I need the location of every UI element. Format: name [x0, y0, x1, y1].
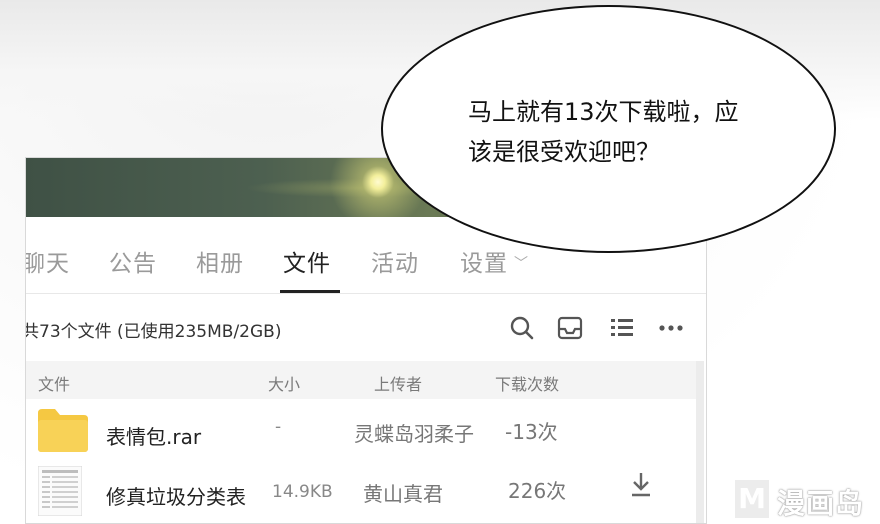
active-tab-indicator — [280, 290, 340, 293]
tab-chat[interactable]: 聊天 — [26, 244, 70, 278]
column-uploader[interactable]: 上传者 — [374, 371, 422, 395]
chevron-down-icon: ﹀ — [514, 256, 529, 272]
file-name: 表情包.rar — [106, 425, 202, 449]
list-view-icon[interactable] — [608, 314, 636, 342]
file-row[interactable]: 表情包.rar - 灵蝶岛羽柔子 -13次 — [26, 401, 696, 453]
files-toolbar: 共73个文件 (已使用235MB/2GB) — [26, 294, 706, 360]
tab-activity[interactable]: 活动 — [371, 244, 419, 278]
file-row[interactable]: 修真垃圾分类表 14.9KB 黄山真君 226次 — [26, 461, 696, 516]
speech-line-1: 马上就有13次下载啦，应 — [468, 98, 739, 126]
download-icon[interactable] — [629, 471, 653, 497]
watermark-logo: M — [733, 478, 771, 520]
tab-settings[interactable]: 设置 ﹀ — [460, 244, 529, 278]
file-table-header: 文件 大小 上传者 下载次数 — [26, 361, 696, 399]
tab-album[interactable]: 相册 — [196, 244, 244, 278]
files-summary: 共73个文件 (已使用235MB/2GB) — [25, 322, 282, 342]
file-download-count: 226次 — [508, 479, 567, 503]
speech-line-2: 该是很受欢迎吧？ — [468, 138, 660, 166]
watermark-text: 漫画岛 — [777, 487, 865, 520]
tab-files[interactable]: 文件 — [283, 244, 331, 278]
watermark: M 漫画岛 — [733, 478, 880, 524]
column-size[interactable]: 大小 — [268, 371, 300, 395]
file-uploader: 灵蝶岛羽柔子 — [354, 422, 474, 446]
search-icon[interactable] — [508, 314, 536, 342]
inbox-icon[interactable] — [556, 314, 584, 342]
scrollbar[interactable] — [696, 361, 704, 523]
speech-bubble-text: 马上就有13次下载啦，应 该是很受欢迎吧？ — [468, 92, 808, 172]
folder-icon — [38, 409, 88, 452]
tab-settings-label: 设置 — [460, 251, 508, 277]
file-download-count: -13次 — [505, 420, 558, 444]
more-options-icon[interactable] — [657, 314, 685, 342]
file-name: 修真垃圾分类表 — [106, 485, 246, 509]
tab-announcement[interactable]: 公告 — [109, 244, 157, 278]
file-size: - — [275, 417, 282, 437]
column-downloads[interactable]: 下载次数 — [495, 371, 559, 395]
file-size: 14.9KB — [272, 482, 333, 502]
document-icon — [38, 466, 82, 516]
file-uploader: 黄山真君 — [363, 482, 443, 506]
column-name[interactable]: 文件 — [38, 371, 70, 395]
